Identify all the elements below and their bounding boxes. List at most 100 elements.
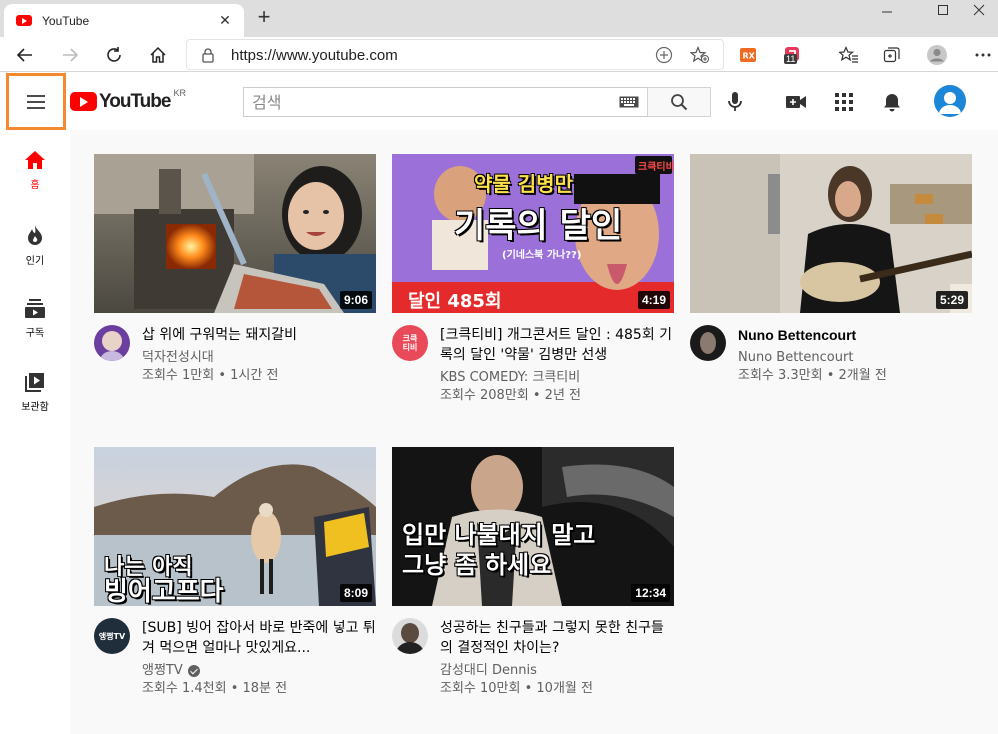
video-stats: 조회수 208만회 • 2년 전: [440, 388, 582, 403]
forward-arrow-icon: [63, 48, 79, 62]
guide-item-library[interactable]: 보관함: [0, 352, 70, 426]
thumbnail-caption-top: 약물 김병만: [474, 172, 573, 196]
channel-name[interactable]: KBS COMEDY: 크큭티비: [440, 369, 674, 387]
channel-avatar[interactable]: 크큭티비: [392, 325, 428, 361]
favorites-button[interactable]: [834, 40, 864, 70]
channel-name-text: 감성대디 Dennis: [440, 663, 537, 678]
video-card[interactable]: 나는 아직 빙어고프다 8:09 앵쩡TV [SUB] 빙어 잡아서 바로 반죽…: [94, 447, 376, 698]
channel-avatar[interactable]: [94, 325, 130, 361]
address-bar[interactable]: https://www.youtube.com: [186, 39, 724, 70]
maximize-icon: [938, 5, 948, 15]
search-box: [243, 87, 647, 117]
video-card[interactable]: 9:06 삽 위에 구워먹는 돼지갈비 덕자전성시대 조회수 1만회 • 1시간…: [94, 154, 376, 385]
search-button[interactable]: [647, 87, 711, 117]
thumbnail-caption-small: (기네스북 가나??): [502, 250, 582, 261]
new-tab-button[interactable]: +: [252, 6, 276, 30]
keyboard-icon[interactable]: [611, 88, 647, 116]
thumbnail-image-guitar: [690, 154, 972, 313]
svg-text:RX: RX: [743, 52, 756, 61]
thumbnail-brand: 크큭티비: [638, 162, 674, 173]
collections-icon: [883, 47, 900, 63]
voice-search-button[interactable]: [722, 89, 748, 115]
channel-name-text: 덕자전성시대: [142, 350, 214, 365]
channel-name-text: Nuno Bettencourt: [738, 350, 854, 365]
video-thumbnail[interactable]: 입만 나불대지 말고 그냥 좀 하세요 12:34: [392, 447, 674, 606]
video-title[interactable]: 성공하는 친구들과 그렇지 못한 친구들의 결정적인 차이는?: [440, 618, 674, 658]
bell-icon: [884, 94, 900, 112]
video-title[interactable]: 삽 위에 구워먹는 돼지갈비: [142, 325, 376, 345]
settings-more-button[interactable]: [968, 40, 998, 70]
youtube-play-logo-icon: [70, 92, 97, 111]
thumbnail-caption-main: 기록의 달인: [454, 206, 623, 246]
lock-icon: [202, 48, 214, 63]
back-button[interactable]: [10, 40, 40, 70]
channel-avatar[interactable]: [392, 618, 428, 654]
video-thumbnail[interactable]: 9:06: [94, 154, 376, 313]
verified-badge-icon: [187, 665, 200, 677]
channel-name[interactable]: Nuno Bettencourt: [738, 349, 972, 367]
extension-badge: 11: [784, 54, 798, 64]
apps-button[interactable]: [831, 89, 857, 115]
video-card[interactable]: 5:29 Nuno Bettencourt Nuno Bettencourt 조…: [690, 154, 972, 385]
video-thumbnail[interactable]: 약물 김병만 기록의 달인 (기네스북 가나??) 달인 485회 크큭티비 4…: [392, 154, 674, 313]
duration-badge: 12:34: [631, 584, 670, 602]
region-code: KR: [173, 88, 186, 98]
reload-button[interactable]: [99, 40, 129, 70]
channel-name[interactable]: 덕자전성시대: [142, 349, 376, 367]
channel-avatar[interactable]: 앵쩡TV: [94, 618, 130, 654]
close-window-icon: [973, 4, 985, 16]
more-horizontal-icon: [975, 53, 991, 57]
video-stats: 조회수 10만회 • 10개월 전: [440, 681, 593, 696]
video-thumbnail[interactable]: 5:29: [690, 154, 972, 313]
video-card[interactable]: 입만 나불대지 말고 그냥 좀 하세요 12:34 성공하는 친구들과 그렇지 …: [392, 447, 674, 698]
channel-name[interactable]: 앵쩡TV: [142, 662, 376, 680]
guide-item-home[interactable]: 홈: [0, 130, 70, 204]
tab-title: YouTube: [42, 13, 90, 28]
video-title[interactable]: Nuno Bettencourt: [738, 325, 972, 345]
guide-label: 구독: [25, 328, 45, 339]
guide-label: 보관함: [21, 402, 49, 413]
close-window-button[interactable]: [960, 0, 998, 20]
notifications-button[interactable]: [879, 89, 905, 115]
channel-avatar-text: 앵쩡TV: [98, 631, 126, 641]
channel-name[interactable]: 감성대디 Dennis: [440, 662, 674, 680]
favorites-list-icon: [839, 46, 858, 63]
duration-badge: 4:19: [637, 291, 670, 309]
home-button[interactable]: [143, 40, 173, 70]
fire-icon: [28, 225, 42, 245]
video-card[interactable]: 약물 김병만 기록의 달인 (기네스북 가나??) 달인 485회 크큭티비 4…: [392, 154, 674, 405]
video-title[interactable]: [크큭티비] 개그콘서트 달인 : 485회 기록의 달인 '약물' 김병만 선…: [440, 325, 674, 365]
close-tab-icon[interactable]: ✕: [216, 12, 234, 29]
duration-badge: 8:09: [339, 584, 372, 602]
guide-menu-button[interactable]: [6, 73, 66, 130]
minimize-button[interactable]: [864, 0, 910, 20]
guide-item-trending[interactable]: 인기: [0, 204, 70, 278]
add-favorite-button[interactable]: [689, 44, 711, 66]
reload-icon: [107, 47, 121, 62]
browser-tab[interactable]: YouTube ✕: [4, 4, 244, 37]
minimize-icon: [882, 11, 892, 13]
video-stats: 조회수 1.4천회 • 18분 전: [142, 681, 288, 696]
channel-avatar[interactable]: [690, 325, 726, 361]
account-avatar[interactable]: [934, 85, 966, 117]
create-video-button[interactable]: [783, 89, 809, 115]
add-to-page-button[interactable]: [653, 44, 675, 66]
search-icon: [671, 94, 688, 111]
collections-button[interactable]: [877, 40, 907, 70]
youtube-logo[interactable]: YouTube KR: [70, 88, 186, 111]
video-thumbnail[interactable]: 나는 아직 빙어고프다 8:09: [94, 447, 376, 606]
profile-button[interactable]: [922, 40, 952, 70]
forward-button[interactable]: [55, 40, 85, 70]
guide-item-subscriptions[interactable]: 구독: [0, 278, 70, 352]
plus-circle-icon: [655, 46, 673, 64]
hamburger-menu-icon: [27, 94, 45, 109]
extension-rx-button[interactable]: RX: [733, 40, 763, 70]
extension-notification-button[interactable]: 11: [778, 40, 808, 70]
video-stats: 조회수 1만회 • 1시간 전: [142, 368, 279, 383]
thumbnail-caption-bottom: 달인 485회: [408, 291, 502, 312]
duration-badge: 9:06: [339, 291, 372, 309]
youtube-favicon-icon: [16, 15, 32, 26]
search-input[interactable]: [252, 92, 611, 112]
video-title[interactable]: [SUB] 빙어 잡아서 바로 반죽에 넣고 튀겨 먹으면 얼마나 맛있게요..…: [142, 618, 376, 658]
video-stats: 조회수 3.3만회 • 2개월 전: [738, 368, 887, 383]
